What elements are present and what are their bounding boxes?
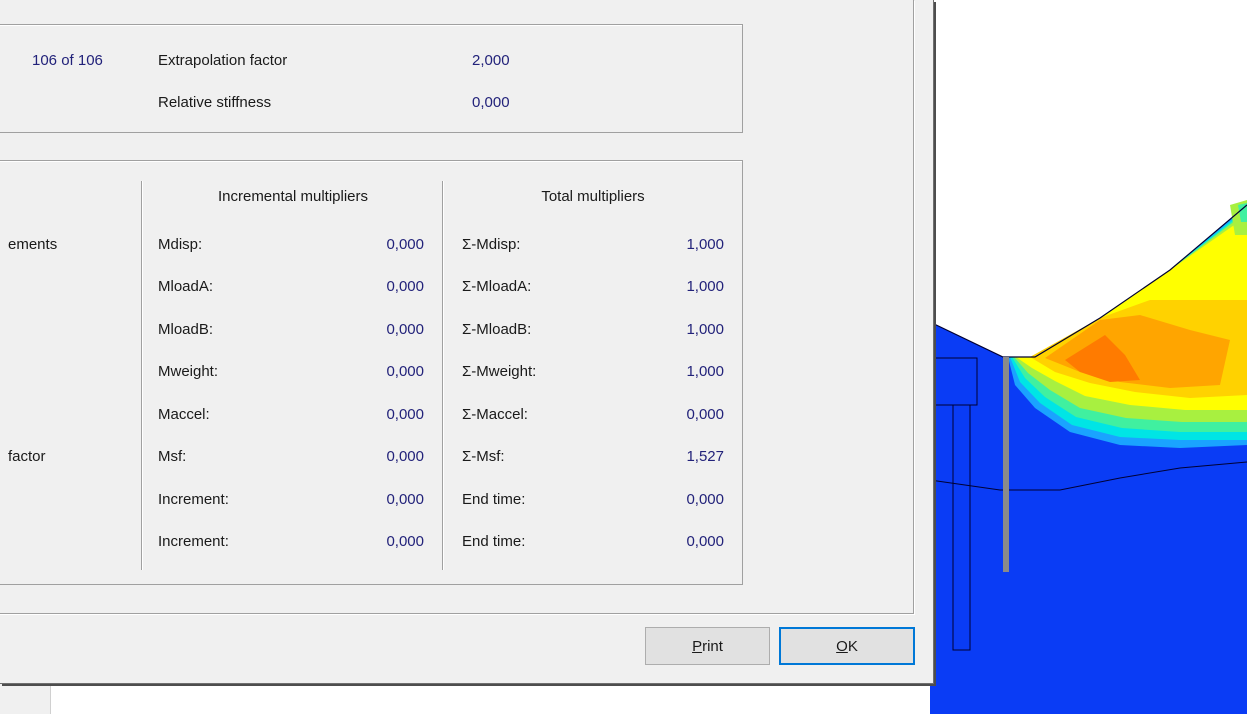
tot-end-time-value: 0,000 [686,491,724,508]
tot-mloadb-value: 1,000 [686,321,724,338]
inc-mloadb-value: 0,000 [386,321,424,338]
cut-off-label-elements: ements [8,236,58,253]
iteration-info-panel: 106 of 106 Extrapolation factor 2,000 Re… [0,24,743,133]
ok-button-mnemonic: O [836,637,848,655]
inc-mweight-label: Mweight: [158,363,219,380]
inc-mdisp-value: 0,000 [386,236,424,253]
cut-off-label-factor: factor [8,448,46,465]
ok-button[interactable]: OK [779,627,915,665]
window-edge-strip [0,683,51,714]
inc-mloadb-label: MloadB: [158,321,214,338]
print-button-mnemonic: P [692,637,703,655]
calculation-info-dialog: 106 of 106 Extrapolation factor 2,000 Re… [0,0,934,684]
inc-msf-value: 0,000 [386,448,424,465]
inc-mdisp-label: Mdisp: [158,236,203,253]
inc-msf-label: Msf: [158,448,187,465]
inc-increment-value-2: 0,000 [386,533,424,550]
tot-end-time-label: End time: [462,491,526,508]
dialog-content-frame: 106 of 106 Extrapolation factor 2,000 Re… [0,0,914,614]
inc-mloada-value: 0,000 [386,278,424,295]
inc-mloada-label: MloadA: [158,278,214,295]
total-multipliers-header: Total multipliers [541,188,645,205]
inc-increment-value: 0,000 [386,491,424,508]
column-divider-right [442,181,443,570]
print-button[interactable]: Print [645,627,770,665]
tot-mweight-label: Σ-Mweight: [462,363,537,380]
tot-maccel-value: 0,000 [686,406,724,423]
ok-button-label: K [847,637,858,655]
tot-msf-value: 1,527 [686,448,724,465]
relative-stiffness-value: 0,000 [472,94,510,111]
tot-mdisp-value: 1,000 [686,236,724,253]
column-divider-left [141,181,142,570]
extrapolation-factor-value: 2,000 [472,52,510,69]
tot-mloada-label: Σ-MloadA: [462,278,532,295]
inc-increment-label-2: Increment: [158,533,229,550]
tot-msf-label: Σ-Msf: [462,448,505,465]
step-counter: 106 of 106 [32,52,103,69]
tot-mdisp-label: Σ-Mdisp: [462,236,521,253]
tot-mloadb-label: Σ-MloadB: [462,321,532,338]
extrapolation-factor-label: Extrapolation factor [158,52,288,69]
tot-end-time-value-2: 0,000 [686,533,724,550]
tot-maccel-label: Σ-Maccel: [462,406,528,423]
tot-end-time-label-2: End time: [462,533,526,550]
incremental-multipliers-header: Incremental multipliers [217,188,369,205]
inc-increment-label: Increment: [158,491,229,508]
multipliers-panel: ements factor Incremental multipliers To… [0,160,743,585]
tot-mweight-value: 1,000 [686,363,724,380]
sheet-pile-wall [1003,357,1009,572]
relative-stiffness-label: Relative stiffness [158,94,272,111]
inc-maccel-value: 0,000 [386,406,424,423]
tot-mloada-value: 1,000 [686,278,724,295]
inc-mweight-value: 0,000 [386,363,424,380]
print-button-label: rint [702,637,723,655]
inc-maccel-label: Maccel: [158,406,210,423]
